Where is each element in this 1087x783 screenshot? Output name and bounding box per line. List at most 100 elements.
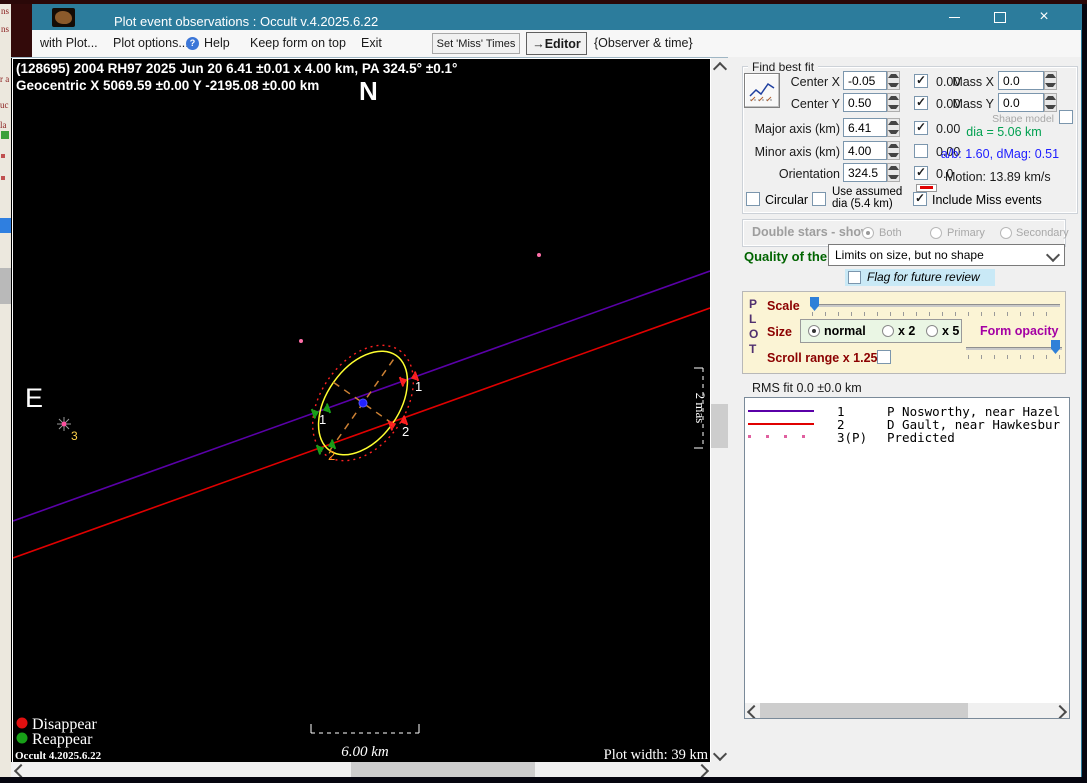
center-y-fix-checkbox[interactable] bbox=[914, 95, 928, 110]
orientation-input[interactable]: 324.5 bbox=[843, 163, 887, 182]
center-y-label: Center Y bbox=[790, 97, 840, 111]
mass-y-spinner[interactable] bbox=[1044, 93, 1057, 112]
center-x-spinner[interactable] bbox=[887, 71, 900, 90]
include-miss-checkbox[interactable] bbox=[913, 191, 927, 206]
observer-time-label: {Observer & time} bbox=[594, 36, 693, 50]
scroll-up-icon[interactable] bbox=[712, 61, 728, 77]
menu-help[interactable]: Help bbox=[204, 36, 230, 50]
shape-model-checkbox[interactable] bbox=[1059, 110, 1073, 124]
window-right-border bbox=[1081, 4, 1087, 777]
station-label-1-right: 1 bbox=[415, 379, 422, 394]
mass-x-spinner[interactable] bbox=[1044, 71, 1057, 90]
major-axis-label: Major axis (km) bbox=[754, 122, 840, 136]
form-opacity-track[interactable] bbox=[966, 347, 1062, 350]
menu-exit[interactable]: Exit bbox=[361, 36, 382, 50]
version-label: Occult 4.2025.6.22 bbox=[15, 750, 102, 762]
scroll-right-icon[interactable] bbox=[694, 763, 710, 779]
double-primary-label: Primary bbox=[947, 227, 985, 239]
double-stars-title: Double stars - show bbox=[752, 225, 871, 239]
rms-fit-readout: RMS fit 0.0 ±0.0 km bbox=[752, 381, 862, 395]
chord-observer-2 bbox=[12, 307, 711, 559]
menu-keep-on-top[interactable]: Keep form on top bbox=[250, 36, 346, 50]
list-scroll-left-icon[interactable] bbox=[746, 704, 762, 718]
find-best-fit-title: Find best fit bbox=[748, 60, 819, 74]
mass-y-input[interactable]: 0.0 bbox=[998, 93, 1044, 112]
predicted-path-dot bbox=[299, 339, 303, 343]
size-normal-label: normal bbox=[824, 324, 866, 338]
minor-axis-spinner[interactable] bbox=[887, 141, 900, 160]
sliver-text: la bbox=[0, 120, 7, 130]
orientation-fix-checkbox[interactable] bbox=[914, 165, 928, 180]
reappear-legend-label: Reappear bbox=[32, 731, 93, 748]
size-normal-radio[interactable] bbox=[808, 325, 820, 337]
size-x5-radio[interactable] bbox=[926, 325, 938, 337]
center-x-fix-checkbox[interactable] bbox=[914, 73, 928, 88]
mass-x-input[interactable]: 0.0 bbox=[998, 71, 1044, 90]
predicted-path-dot bbox=[537, 253, 541, 257]
center-y-spinner[interactable] bbox=[887, 93, 900, 112]
double-both-radio[interactable] bbox=[862, 227, 874, 239]
double-primary-radio[interactable] bbox=[930, 227, 942, 239]
major-axis-fix-checkbox[interactable] bbox=[914, 120, 928, 135]
sliver-gray-block bbox=[0, 268, 11, 304]
close-button[interactable]: × bbox=[1028, 4, 1060, 30]
maximize-button[interactable] bbox=[984, 4, 1016, 30]
menu-bar: with Plot... Plot options... ? Help Keep… bbox=[11, 30, 1082, 58]
help-icon: ? bbox=[186, 37, 199, 50]
horizontal-scrollbar-thumb[interactable] bbox=[351, 762, 535, 777]
axis-ratio-readout: a/b: 1.60, dMag: 0.51 bbox=[940, 147, 1060, 161]
plot-horizontal-scrollbar[interactable] bbox=[11, 762, 711, 779]
north-label: N bbox=[359, 76, 378, 106]
menu-with-plot[interactable]: with Plot... bbox=[40, 36, 98, 50]
size-x2-radio[interactable] bbox=[882, 325, 894, 337]
shape-model-label: Shape model bbox=[992, 113, 1054, 125]
form-opacity-label: Form opacity bbox=[980, 324, 1059, 338]
scroll-left-icon[interactable] bbox=[13, 763, 29, 779]
title-bar: Plot event observations : Occult v.4.202… bbox=[11, 4, 1082, 30]
sliver-text: uc bbox=[0, 100, 9, 110]
background-strip bbox=[0, 777, 1087, 783]
list-scrollbar-thumb[interactable] bbox=[760, 703, 968, 718]
list-scroll-right-icon[interactable] bbox=[1052, 704, 1068, 718]
screen: ns ns r a uc la Plot event observations … bbox=[0, 0, 1087, 783]
flag-review-checkbox[interactable] bbox=[848, 271, 861, 284]
sliver-dot bbox=[1, 176, 5, 180]
scrollbar-corner bbox=[711, 762, 728, 777]
observer-list[interactable]: 1 P Nosworthy, near Hazel 2 D Gault, nea… bbox=[744, 397, 1070, 719]
major-axis-input[interactable]: 6.41 bbox=[843, 118, 887, 137]
scale-bar-label: 6.00 km bbox=[341, 744, 389, 760]
minor-axis-input[interactable]: 4.00 bbox=[843, 141, 887, 160]
plot-letter-o: O bbox=[749, 327, 759, 341]
include-miss-label: Include Miss events bbox=[932, 193, 1042, 207]
ellipse-center-dot bbox=[358, 398, 368, 408]
center-x-input[interactable]: -0.05 bbox=[843, 71, 887, 90]
double-secondary-radio[interactable] bbox=[1000, 227, 1012, 239]
set-miss-times-button[interactable]: Set 'Miss' Times bbox=[432, 33, 520, 54]
quality-combobox[interactable]: Limits on size, but no shape bbox=[828, 244, 1065, 266]
list-horizontal-scrollbar[interactable] bbox=[745, 703, 1069, 718]
menu-plot-options[interactable]: Plot options... bbox=[113, 36, 189, 50]
editor-button[interactable]: →Editor bbox=[526, 32, 587, 55]
occultation-plot: 3 1 2 1 2 (128695) 2004 RH97 2025 Jun 20… bbox=[12, 61, 711, 763]
scale-slider-track[interactable] bbox=[810, 304, 1060, 307]
minimize-button[interactable] bbox=[938, 4, 970, 30]
orientation-spinner[interactable] bbox=[887, 163, 900, 182]
major-axis-spinner[interactable] bbox=[887, 118, 900, 137]
sliver-text: ns bbox=[1, 24, 10, 34]
observer-3-number: 3(P) bbox=[837, 430, 868, 445]
asteroid-ellipse-group bbox=[311, 344, 415, 462]
sliver-text: r a bbox=[0, 74, 10, 84]
plot-area[interactable]: 3 1 2 1 2 (128695) 2004 RH97 2025 Jun 20… bbox=[12, 58, 711, 763]
scroll-range-checkbox[interactable] bbox=[877, 350, 891, 364]
chord-observer-1 bbox=[12, 270, 711, 522]
size-x2-label: x 2 bbox=[898, 324, 916, 338]
center-y-input[interactable]: 0.50 bbox=[843, 93, 887, 112]
plot-vertical-scrollbar[interactable] bbox=[711, 58, 728, 763]
plot-header-line1: (128695) 2004 RH97 2025 Jun 20 6.41 ±0.0… bbox=[16, 61, 457, 76]
vertical-scrollbar-thumb[interactable] bbox=[711, 404, 728, 448]
red-line-icon bbox=[920, 186, 933, 189]
plot-letter-t: T bbox=[749, 342, 757, 356]
circular-checkbox[interactable] bbox=[746, 192, 760, 206]
use-assumed-checkbox[interactable] bbox=[812, 192, 826, 206]
scroll-down-icon[interactable] bbox=[712, 746, 728, 762]
